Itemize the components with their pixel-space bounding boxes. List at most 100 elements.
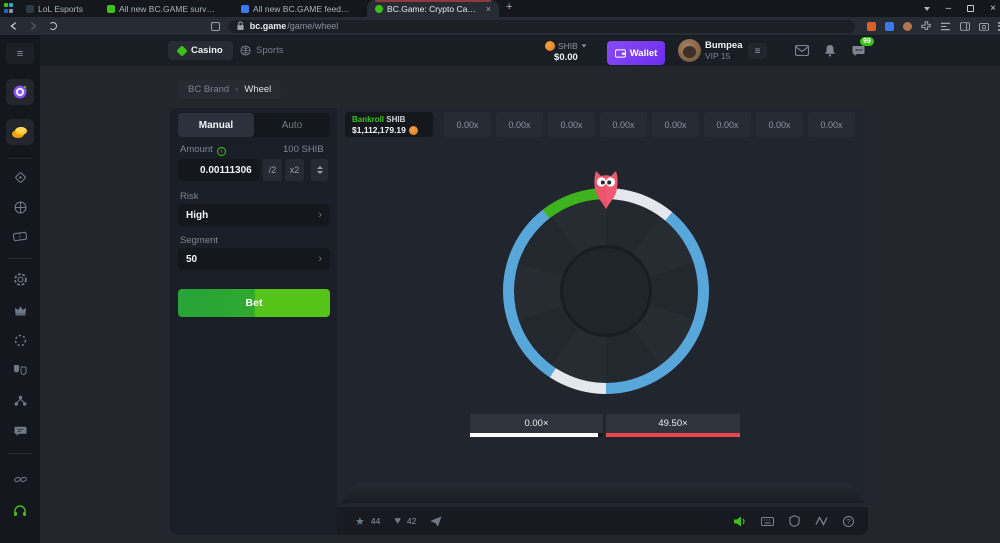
avatar[interactable] (678, 39, 701, 62)
multiplier-history-button[interactable]: 0.00x (444, 112, 491, 137)
tab-manual[interactable]: Manual (178, 113, 254, 137)
target-icon (12, 84, 28, 100)
tab-favicon (375, 5, 383, 13)
user-menu-button[interactable]: ≡ (748, 43, 767, 59)
window-minimize-button[interactable]: – (946, 0, 952, 17)
sidebar: ≡ (0, 35, 40, 543)
half-bet-button[interactable]: /2 (263, 159, 282, 181)
new-tab-button[interactable]: + (499, 0, 519, 17)
sidebar-item-casino[interactable] (0, 171, 40, 184)
url-bar[interactable]: bc.game/game/wheel (228, 20, 855, 33)
nav-casino-button[interactable]: Casino (168, 41, 233, 60)
site-header: Casino Sports SHIB $0.00 Wallet Bumpea V… (40, 35, 1000, 66)
back-icon[interactable] (9, 21, 19, 31)
reload-icon[interactable] (49, 22, 57, 30)
share-icon[interactable] (430, 516, 442, 527)
sidebar-item-target-games[interactable] (6, 79, 34, 105)
risk-select[interactable]: High › (178, 204, 330, 226)
step-down-icon[interactable] (317, 171, 323, 174)
favorites-count: 44 (371, 516, 380, 526)
bet-button[interactable]: Bet (178, 289, 330, 317)
sidebar-item-affiliate[interactable] (0, 395, 40, 407)
forward-icon[interactable] (28, 21, 38, 31)
lock-icon (236, 21, 245, 31)
nav-sports-label: Sports (256, 45, 283, 56)
multiplier-history-button[interactable]: 0.00x (548, 112, 595, 137)
hamburger-menu-button[interactable]: ≡ (6, 43, 34, 64)
multiplier-history-button[interactable]: 0.00x (704, 112, 751, 137)
multiplier-history-button[interactable]: 0.00x (600, 112, 647, 137)
browser-tabstrip: LoL Esports All new BC.GAME survey & fee… (0, 0, 1000, 17)
tab-auto[interactable]: Auto (254, 113, 330, 137)
window-restore-button[interactable] (967, 5, 974, 12)
nav-sports-button[interactable]: Sports (232, 41, 291, 60)
sidebar-item-bonus-ring[interactable] (0, 334, 40, 347)
breadcrumb-page: Wheel (244, 84, 271, 95)
double-bet-button[interactable]: x2 (285, 159, 304, 181)
breadcrumb: BC Brand › Wheel (178, 80, 281, 99)
info-icon[interactable]: i (217, 147, 226, 156)
multiplier-history-button[interactable]: 0.00x (808, 112, 855, 137)
shib-coin-icon (409, 126, 418, 135)
sidebar-item-sports[interactable] (0, 201, 40, 214)
tab-bcgame-wheel-active[interactable]: BC.Game: Crypto Casino Games & × (367, 0, 499, 17)
notifications-bell-icon[interactable] (824, 44, 836, 57)
step-up-icon[interactable] (317, 166, 323, 169)
tab-bcgame-feedback[interactable]: All new BC.GAME feedback (233, 0, 361, 17)
segment-label: Segment (180, 235, 218, 246)
reading-list-icon[interactable] (940, 22, 951, 31)
url-path: /game/wheel (287, 21, 338, 31)
hotkeys-keyboard-icon[interactable] (761, 517, 774, 526)
star-icon[interactable]: ★ (355, 515, 365, 528)
sidebar-item-support[interactable] (0, 505, 40, 517)
sidebar-item-links[interactable] (0, 475, 40, 484)
sidebar-item-coins[interactable] (6, 119, 34, 145)
sidebar-item-forum[interactable] (0, 426, 40, 437)
sidebar-item-vip-crown[interactable] (0, 305, 40, 316)
heart-icon[interactable]: ♥ (394, 515, 401, 527)
extension-icon[interactable] (903, 22, 912, 31)
mail-icon[interactable] (795, 45, 809, 56)
workspaces-icon[interactable] (4, 3, 14, 13)
result-bar-fill (470, 433, 598, 437)
tab-favicon (26, 5, 34, 13)
side-panel-icon[interactable] (960, 22, 970, 31)
bookmark-icon[interactable] (211, 22, 220, 31)
currency-selector[interactable]: SHIB $0.00 (545, 41, 587, 65)
sidebar-item-chip[interactable] (0, 273, 40, 286)
tab-bcgame-survey[interactable]: All new BC.GAME survey & feedback (99, 0, 227, 17)
result-box-low: 0.00× (470, 414, 603, 433)
chat-icon[interactable] (852, 45, 865, 57)
sidebar-item-lottery[interactable] (0, 231, 40, 242)
nav-casino-label: Casino (191, 45, 223, 56)
tab-lol-esports[interactable]: LoL Esports (18, 0, 91, 17)
fairness-icon[interactable] (789, 515, 800, 527)
tab-title: BC.Game: Crypto Casino Games & (387, 4, 480, 14)
breadcrumb-brand[interactable]: BC Brand (188, 84, 229, 95)
tab-title: All new BC.GAME feedback (253, 4, 353, 14)
likes-count: 42 (407, 516, 416, 526)
bankroll-label: Bankroll (352, 115, 384, 124)
multiplier-history-button[interactable]: 0.00x (756, 112, 803, 137)
segment-select[interactable]: 50 › (178, 248, 330, 270)
help-icon[interactable]: ? (843, 516, 854, 527)
sound-icon[interactable] (733, 516, 746, 527)
extension-icon[interactable] (867, 22, 876, 31)
live-stats-icon[interactable] (815, 516, 828, 526)
window-close-button[interactable]: × (990, 0, 996, 17)
sidebar-item-clubs-masks[interactable] (0, 364, 40, 375)
amount-input[interactable] (178, 159, 260, 181)
multiplier-history-button[interactable]: 0.00x (496, 112, 543, 137)
tab-close-icon[interactable]: × (486, 4, 491, 14)
basketball-icon (240, 45, 251, 56)
multiplier-history-button[interactable]: 0.00x (652, 112, 699, 137)
window-chevron-icon[interactable] (924, 7, 930, 11)
wallet-button[interactable]: Wallet (607, 41, 665, 65)
result-box-high: 49.50× (606, 414, 740, 433)
screenshot-icon[interactable] (979, 22, 989, 31)
extension-icon[interactable] (885, 22, 894, 31)
user-info[interactable]: Bumpea VIP 15 (705, 40, 742, 61)
extensions-puzzle-icon[interactable] (921, 21, 931, 31)
wallet-label: Wallet (630, 48, 658, 59)
amount-stepper[interactable] (311, 159, 328, 181)
